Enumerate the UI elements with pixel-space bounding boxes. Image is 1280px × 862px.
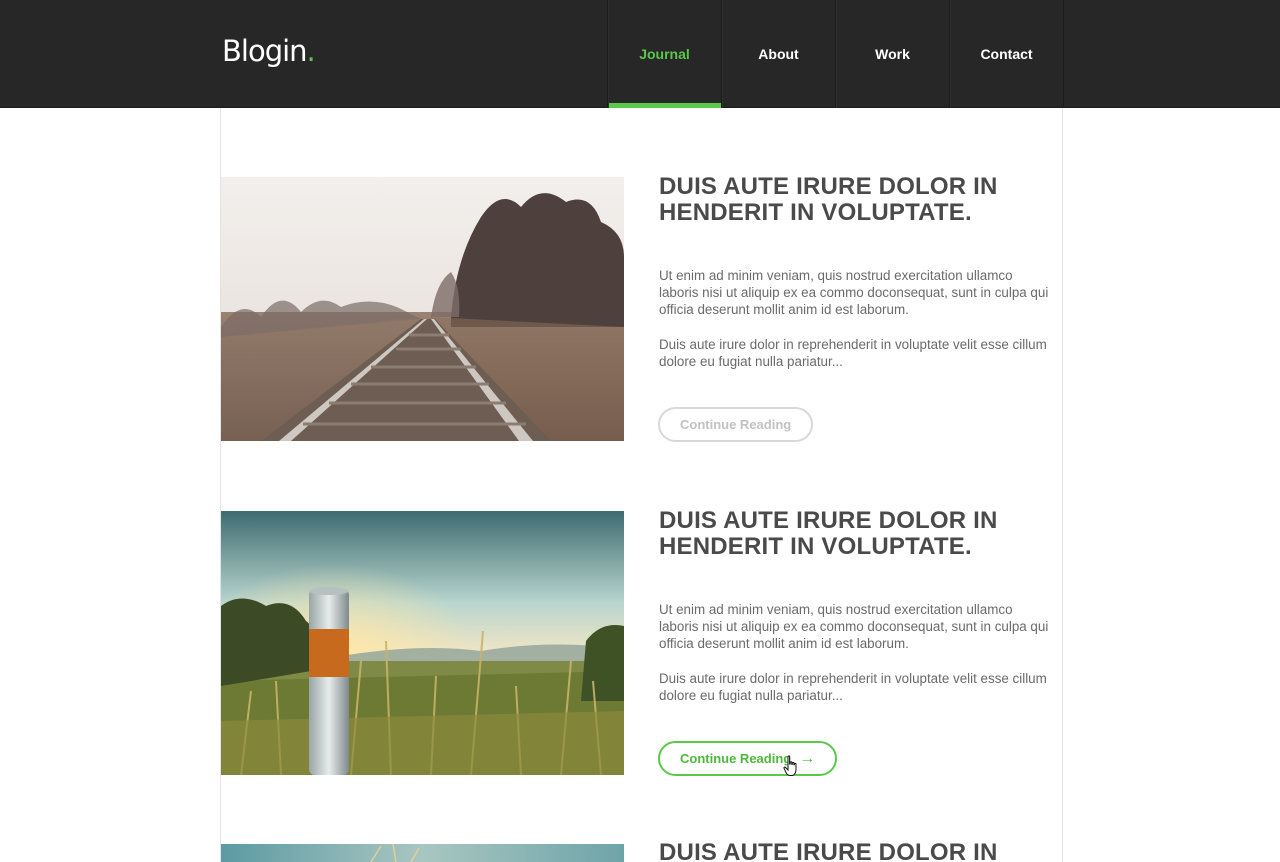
continue-reading-button[interactable]: Continue Reading → <box>658 741 838 776</box>
blog-post: DUIS AUTE IRURE DOLOR IN HENDERIT IN VOL… <box>221 174 1063 442</box>
post-excerpt: Ut enim ad minim veniam, quis nostrud ex… <box>659 268 1049 317</box>
post-image-sunset[interactable] <box>221 511 624 775</box>
post-image-railway[interactable] <box>221 177 624 441</box>
button-label: Continue Reading <box>680 417 792 432</box>
site-logo[interactable]: Blogin. <box>222 34 316 68</box>
post-excerpt: Duis aute irure dolor in reprehenderit i… <box>659 671 1047 703</box>
logo-text: Blogin <box>222 34 308 68</box>
blog-post: DUIS AUTE IRURE DOLOR IN <box>221 840 1063 862</box>
post-excerpt: Ut enim ad minim veniam, quis nostrud ex… <box>659 602 1049 651</box>
railway-photo <box>221 177 624 441</box>
post-excerpt: Duis aute irure dolor in reprehenderit i… <box>659 337 1047 369</box>
nav-item-journal[interactable]: Journal <box>608 0 722 108</box>
nav-item-work[interactable]: Work <box>836 0 950 108</box>
post-title[interactable]: DUIS AUTE IRURE DOLOR IN <box>659 840 1049 862</box>
post-title[interactable]: DUIS AUTE IRURE DOLOR IN HENDERIT IN VOL… <box>659 508 1049 560</box>
post-title[interactable]: DUIS AUTE IRURE DOLOR IN HENDERIT IN VOL… <box>659 174 1049 226</box>
post-image-grass[interactable] <box>221 844 624 862</box>
sunset-field-photo <box>221 511 624 775</box>
button-label: Continue Reading <box>680 751 792 766</box>
logo-dot: . <box>306 34 316 68</box>
hand-cursor-icon <box>783 755 797 776</box>
blog-post: DUIS AUTE IRURE DOLOR IN HENDERIT IN VOL… <box>221 508 1063 776</box>
arrow-right-icon: → <box>799 749 816 767</box>
site-header: Blogin. Journal About Work Contact <box>0 0 1280 108</box>
nav-item-about[interactable]: About <box>722 0 836 108</box>
continue-reading-button[interactable]: Continue Reading <box>658 407 814 442</box>
grass-photo <box>221 844 624 862</box>
main-nav: Journal About Work Contact <box>607 0 1064 108</box>
nav-item-contact[interactable]: Contact <box>950 0 1064 108</box>
